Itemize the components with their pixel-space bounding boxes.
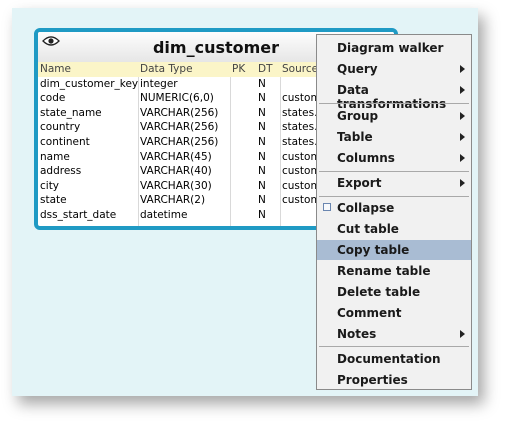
col-header-dt: DT [258,63,273,75]
cell-type: VARCHAR(40) [140,165,212,178]
menu-item-label: Cut table [337,222,399,236]
chevron-right-icon [460,86,465,94]
menu-separator [319,103,469,104]
menu-item-label: Export [337,176,382,190]
cell-dt: N [258,194,266,207]
cell-type: integer [140,77,178,90]
cell-type: VARCHAR(256) [140,121,219,134]
cell-name: state [40,194,67,207]
menu-item-copy-table[interactable]: Copy table [317,240,471,260]
menu-item-query[interactable]: Query [317,59,471,79]
cell-dt: N [258,77,266,90]
menu-item-label: Documentation [337,352,441,366]
cell-dt: N [258,165,266,178]
checkbox-icon[interactable] [323,203,331,211]
menu-item-rename-table[interactable]: Rename table [317,261,471,281]
chevron-right-icon [460,65,465,73]
cell-type: VARCHAR(256) [140,106,219,119]
menu-item-documentation[interactable]: Documentation [317,349,471,369]
cell-name: country [40,121,81,134]
cell-type: VARCHAR(2) [140,194,206,207]
menu-item-group[interactable]: Group [317,106,471,126]
menu-item-delete-table[interactable]: Delete table [317,282,471,302]
menu-item-label: Diagram walker [337,41,444,55]
cell-type: VARCHAR(256) [140,135,219,148]
menu-item-cut-table[interactable]: Cut table [317,219,471,239]
menu-item-label: Collapse [337,201,395,215]
cell-name: continent [40,135,90,148]
menu-separator [319,171,469,172]
chevron-right-icon [460,179,465,187]
menu-item-collapse[interactable]: Collapse [317,198,471,218]
menu-item-diagram-walker[interactable]: Diagram walker [317,38,471,58]
menu-item-label: Group [337,109,379,123]
menu-item-columns[interactable]: Columns [317,148,471,168]
cell-dt: N [258,92,266,105]
menu-item-comment[interactable]: Comment [317,303,471,323]
cell-name: city [40,179,60,192]
cell-name: dss_start_date [40,208,117,221]
menu-item-label: Properties [337,373,408,387]
cell-name: address [40,165,82,178]
menu-item-data-transformations[interactable]: Data transformations [317,80,471,111]
cell-name: name [40,150,70,163]
menu-item-label: Delete table [337,285,421,299]
chevron-right-icon [460,154,465,162]
col-header-type: Data Type [140,63,193,75]
menu-item-label: Rename table [337,264,431,278]
cell-dt: N [258,179,266,192]
menu-item-label: Notes [337,327,377,341]
cell-type: VARCHAR(30) [140,179,212,192]
menu-item-label: Copy table [337,243,410,257]
menu-item-label: Table [337,130,373,144]
cell-dt: N [258,121,266,134]
cell-type: VARCHAR(45) [140,150,212,163]
menu-item-label: Columns [337,151,395,165]
cell-type: datetime [140,208,188,221]
cell-dt: N [258,106,266,119]
col-header-name: Name [40,63,71,75]
menu-item-label: Query [337,62,378,76]
menu-separator [319,196,469,197]
context-menu: Diagram walker Query Data transformation… [316,34,472,390]
menu-item-properties[interactable]: Properties [317,370,471,390]
cell-dt: N [258,135,266,148]
chevron-right-icon [460,112,465,120]
menu-item-export[interactable]: Export [317,173,471,193]
menu-item-notes[interactable]: Notes [317,324,471,344]
chevron-right-icon [460,330,465,338]
cell-name: state_name [40,106,102,119]
cell-name: code [40,92,66,105]
menu-item-label: Comment [337,306,402,320]
col-header-pk: PK [232,63,246,75]
menu-separator [319,346,469,347]
cell-type: NUMERIC(6,0) [140,92,214,105]
menu-item-table[interactable]: Table [317,127,471,147]
cell-dt: N [258,208,266,221]
cell-dt: N [258,150,266,163]
cell-name: dim_customer_key [40,77,138,90]
chevron-right-icon [460,133,465,141]
